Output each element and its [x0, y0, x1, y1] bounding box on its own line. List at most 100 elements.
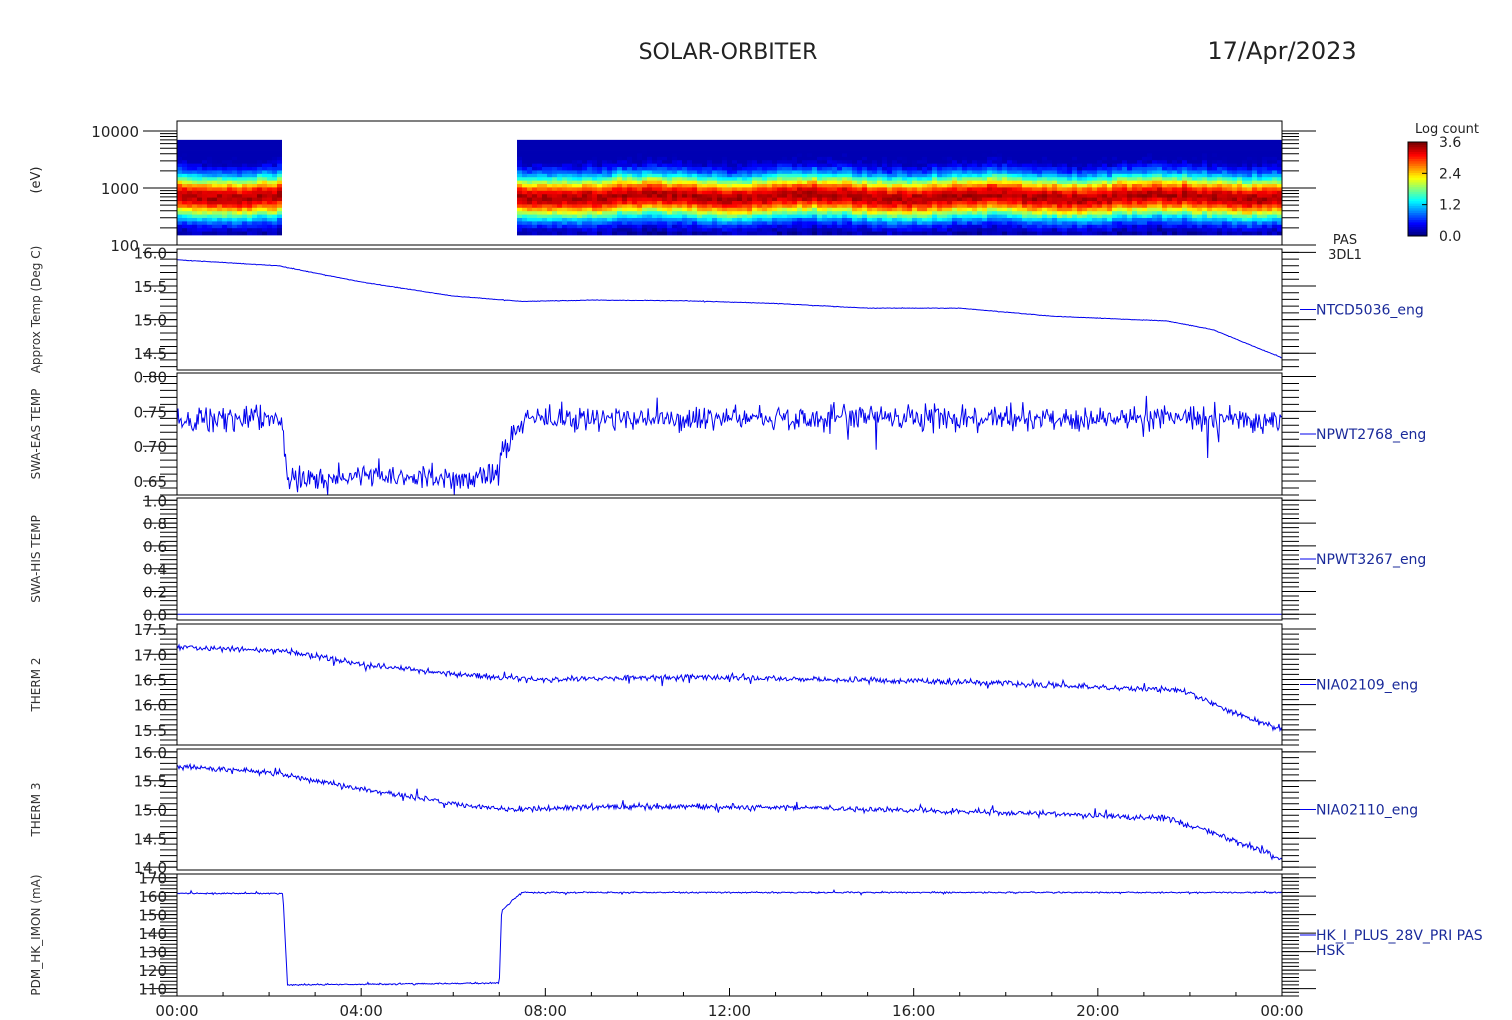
spectrogram-cell: [552, 194, 557, 199]
spectrogram-cell: [202, 201, 207, 205]
spectrogram-cell: [887, 180, 892, 185]
spectrogram-cell: [1077, 180, 1082, 185]
spectrogram-cell: [1232, 217, 1237, 222]
spectrogram-cell: [1017, 150, 1022, 154]
spectrogram-cell: [527, 139, 532, 144]
spectrogram-cell: [1152, 228, 1157, 232]
spectrogram-cell: [917, 211, 922, 215]
spectrogram-cell: [657, 173, 662, 178]
spectrogram-cell: [782, 201, 787, 205]
spectrogram-cell: [1102, 187, 1107, 192]
spectrogram-cell: [1237, 143, 1242, 148]
spectrogram-cell: [1082, 228, 1087, 232]
spectrogram-cell: [962, 156, 967, 161]
panel-series-name: NTCD5036_eng: [1316, 303, 1424, 319]
spectrogram-cell: [272, 184, 277, 188]
spectrogram-cell: [952, 184, 957, 188]
spectrogram-cell: [632, 190, 637, 195]
spectrogram-cell: [852, 163, 857, 168]
spectrogram-cell: [197, 177, 202, 182]
spectrogram-cell: [247, 160, 252, 165]
spectrogram-cell: [622, 177, 627, 182]
spectrogram-cell: [642, 228, 647, 232]
spectrogram-cell: [1232, 177, 1237, 182]
spectrogram-cell: [1267, 197, 1272, 202]
spectrogram-cell: [1197, 150, 1202, 154]
spectrogram-cell: [637, 167, 642, 171]
spectrogram-cell: [897, 146, 902, 151]
spectrogram-cell: [1272, 197, 1277, 202]
spectrogram-cell: [867, 143, 872, 148]
spectrogram-cell: [262, 197, 267, 202]
spectrogram-cell: [1082, 153, 1087, 158]
spectrogram-cell: [967, 190, 972, 195]
spectrogram-cell: [1177, 190, 1182, 195]
spectrogram-cell: [1112, 184, 1117, 188]
spectrogram-cell: [647, 207, 652, 212]
spectrogram-cell: [657, 224, 662, 229]
spectrogram-cell: [967, 150, 972, 154]
spectrogram-cell: [1072, 146, 1077, 151]
spectrogram-cell: [1132, 194, 1137, 199]
spectrogram-cell: [257, 156, 262, 161]
spectrogram-cell: [747, 197, 752, 202]
spectrogram-cell: [807, 197, 812, 202]
spectrogram-cell: [542, 177, 547, 182]
spectrogram-cell: [967, 180, 972, 185]
spectrogram-cell: [1277, 214, 1282, 219]
spectrogram-cell: [1182, 201, 1187, 205]
spectrogram-cell: [857, 170, 862, 175]
spectrogram-cell: [997, 167, 1002, 171]
spectrogram-cell: [1272, 211, 1277, 215]
spectrogram-cell: [1077, 214, 1082, 219]
spectrogram-cell: [877, 228, 882, 232]
spectrogram-cell: [597, 204, 602, 209]
spectrogram-cell: [1102, 173, 1107, 178]
spectrogram-cell: [212, 211, 217, 215]
spectrogram-cell: [1162, 214, 1167, 219]
spectrogram-cell: [1012, 167, 1017, 171]
spectrogram-cell: [707, 221, 712, 226]
spectrogram-cell: [857, 153, 862, 158]
spectrogram-cell: [722, 143, 727, 148]
spectrogram-cell: [1217, 139, 1222, 144]
spectrogram-cell: [757, 221, 762, 226]
spectrogram-cell: [1097, 207, 1102, 212]
spectrogram-cell: [542, 143, 547, 148]
spectrogram-cell: [182, 150, 187, 154]
spectrogram-cell: [902, 139, 907, 144]
spectrogram-cell: [1267, 214, 1272, 219]
spectrogram-cell: [1072, 228, 1077, 232]
spectrogram-cell: [1192, 197, 1197, 202]
spectrogram-cell: [1102, 221, 1107, 226]
spectrogram-cell: [1157, 204, 1162, 209]
spectrogram-cell: [737, 197, 742, 202]
spectrogram-cell: [627, 143, 632, 148]
spectrogram-cell: [1082, 177, 1087, 182]
spectrogram-cell: [787, 207, 792, 212]
spectrogram-cell: [972, 228, 977, 232]
spectrogram-cell: [582, 180, 587, 185]
spectrogram-cell: [832, 214, 837, 219]
spectrogram-cell: [917, 228, 922, 232]
spectrogram-cell: [1062, 211, 1067, 215]
spectrogram-cell: [677, 160, 682, 165]
spectrogram-cell: [1192, 156, 1197, 161]
spectrogram-cell: [1232, 224, 1237, 229]
spectrogram-cell: [1202, 221, 1207, 226]
spectrogram-cell: [542, 173, 547, 178]
spectrogram-cell: [257, 187, 262, 192]
spectrogram-cell: [182, 231, 187, 236]
spectrogram-cell: [1152, 167, 1157, 171]
spectrogram-cell: [837, 221, 842, 226]
spectrogram-cell: [1262, 146, 1267, 151]
spectrogram-cell: [1147, 190, 1152, 195]
spectrogram-cell: [1017, 173, 1022, 178]
spectrogram-cell: [802, 146, 807, 151]
spectrogram-cell: [967, 187, 972, 192]
spectrogram-cell: [682, 160, 687, 165]
spectrogram-cell: [792, 156, 797, 161]
spectrogram-cell: [1117, 214, 1122, 219]
spectrogram-cell: [177, 224, 182, 229]
spectrogram-cell: [1172, 173, 1177, 178]
